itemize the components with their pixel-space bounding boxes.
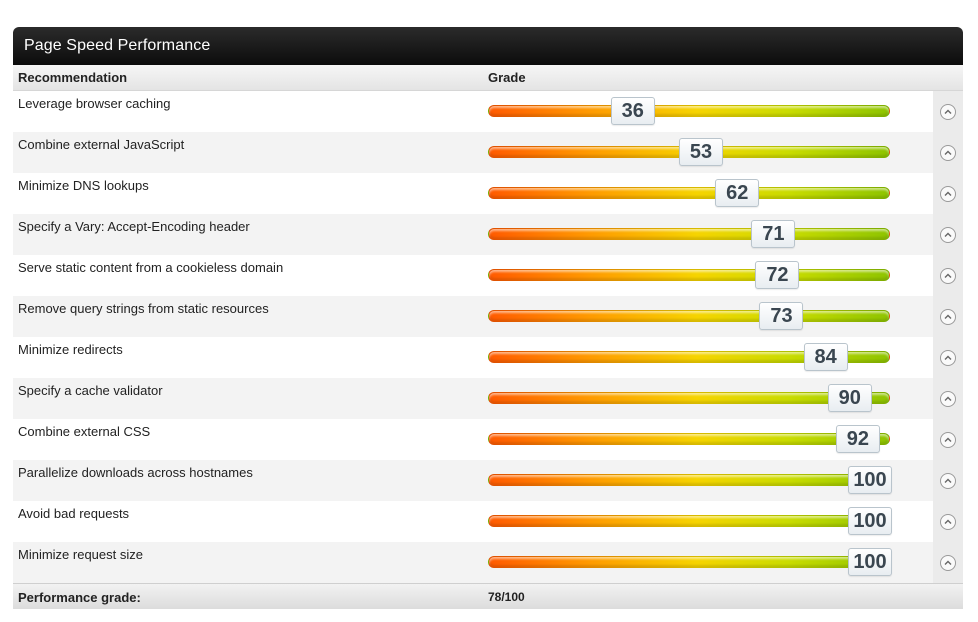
recommendation-label: Combine external CSS [18,424,151,439]
chevron-up-circle-icon[interactable] [940,432,956,448]
recommendation-label: Specify a cache validator [18,383,163,398]
chevron-up-circle-icon[interactable] [940,473,956,489]
row-action-cell [933,337,963,378]
table-row: Leverage browser caching 36 [13,91,963,132]
chevron-up-circle-icon[interactable] [940,268,956,284]
row-action-cell [933,214,963,255]
grade-bar [488,474,890,486]
chevron-up-circle-icon[interactable] [940,391,956,407]
grade-bar [488,228,890,240]
recommendation-list: Leverage browser caching 36 Combine extern… [13,91,963,583]
recommendation-column-header: Recommendation [18,70,128,85]
table-row: Specify a Vary: Accept-Encoding header 71 [13,214,963,255]
table-row: Combine external CSS 92 [13,419,963,460]
grade-bar [488,433,890,445]
recommendation-label: Minimize DNS lookups [18,178,149,193]
chevron-up-circle-icon[interactable] [940,350,956,366]
grade-bar [488,556,890,568]
chevron-up-circle-icon[interactable] [940,145,956,161]
table-row: Avoid bad requests 100 [13,501,963,542]
row-action-cell [933,173,963,214]
recommendation-label: Minimize request size [18,547,143,562]
grade-bar [488,310,890,322]
chevron-up-circle-icon[interactable] [940,514,956,530]
table-row: Remove query strings from static resourc… [13,296,963,337]
recommendation-label: Combine external JavaScript [18,137,185,152]
recommendation-label: Serve static content from a cookieless d… [18,260,284,275]
grade-badge: 72 [755,261,800,289]
row-action-cell [933,91,963,132]
row-action-cell [933,419,963,460]
grade-badge: 62 [715,179,760,207]
panel-title: Page Speed Performance [13,27,963,65]
chevron-up-circle-icon[interactable] [940,227,956,243]
grade-bar [488,105,890,117]
recommendation-label: Specify a Vary: Accept-Encoding header [18,219,250,234]
grade-badge: 36 [610,97,655,125]
recommendation-label: Minimize redirects [18,342,123,357]
performance-grade-value: 78/100 [488,590,525,604]
table-row: Combine external JavaScript 53 [13,132,963,173]
grade-bar [488,515,890,527]
grade-badge: 73 [759,302,804,330]
grade-badge: 90 [827,384,872,412]
grade-badge: 53 [679,138,724,166]
table-row: Minimize DNS lookups 62 [13,173,963,214]
grade-badge: 92 [835,425,880,453]
row-action-cell [933,255,963,296]
recommendation-label: Avoid bad requests [18,506,130,521]
row-action-cell [933,296,963,337]
chevron-up-circle-icon[interactable] [940,555,956,571]
table-row: Minimize request size 100 [13,542,963,583]
table-row: Serve static content from a cookieless d… [13,255,963,296]
row-action-cell [933,460,963,501]
grade-badge: 84 [803,343,848,371]
row-action-cell [933,542,963,583]
recommendation-label: Parallelize downloads across hostnames [18,465,253,480]
table-row: Specify a cache validator 90 [13,378,963,419]
performance-grade-label: Performance grade: [18,590,141,605]
row-action-cell [933,501,963,542]
row-action-cell [933,132,963,173]
chevron-up-circle-icon[interactable] [940,309,956,325]
grade-badge: 100 [848,548,892,576]
grade-bar [488,269,890,281]
grade-bar [488,187,890,199]
table-header: Recommendation Grade [13,65,963,91]
grade-badge: 100 [848,466,892,494]
grade-badge: 100 [848,507,892,535]
performance-grade-footer: Performance grade: 78/100 [13,583,963,609]
page-speed-panel: Page Speed Performance Recommendation Gr… [13,27,963,609]
recommendation-label: Leverage browser caching [18,96,171,111]
recommendation-label: Remove query strings from static resourc… [18,301,269,316]
chevron-up-circle-icon[interactable] [940,104,956,120]
grade-badge: 71 [751,220,796,248]
grade-column-header: Grade [488,70,526,85]
table-row: Parallelize downloads across hostnames 10… [13,460,963,501]
chevron-up-circle-icon[interactable] [940,186,956,202]
table-row: Minimize redirects 84 [13,337,963,378]
row-action-cell [933,378,963,419]
